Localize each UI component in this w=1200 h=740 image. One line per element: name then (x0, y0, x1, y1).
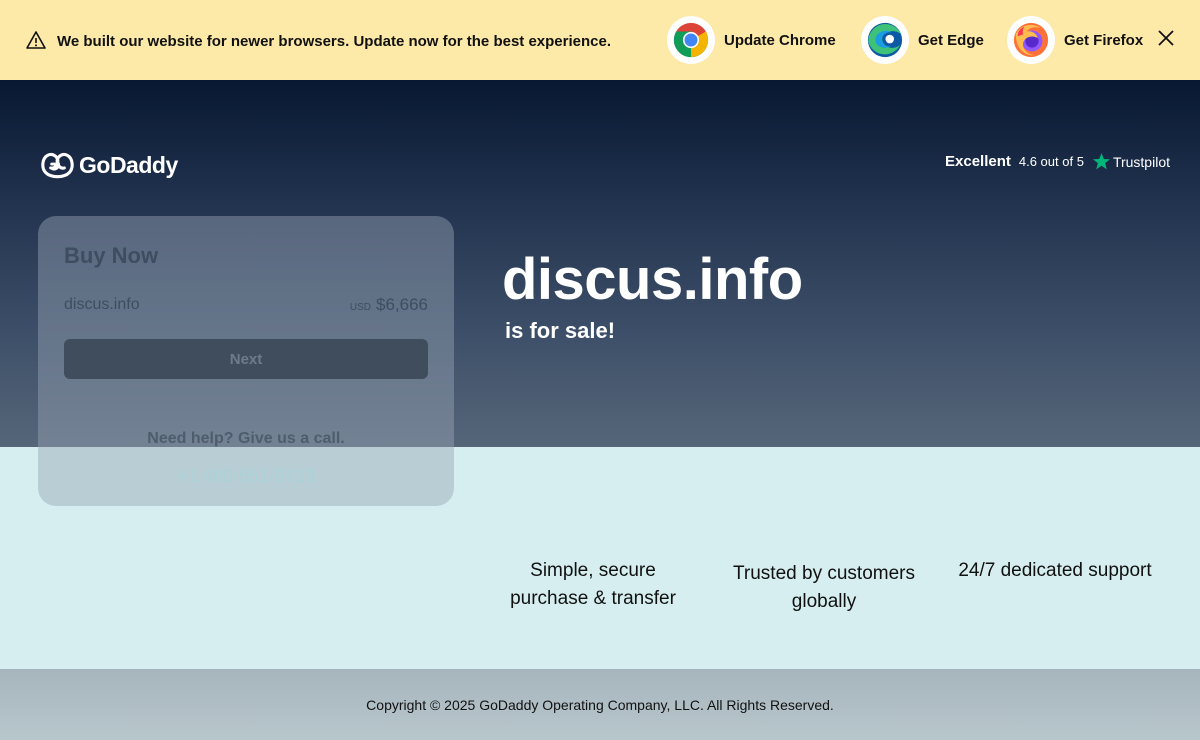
footer: Copyright © 2025 GoDaddy Operating Compa… (0, 669, 1200, 740)
card-price: USD $6,666 (350, 295, 428, 315)
buy-now-title: Buy Now (64, 243, 159, 268)
update-chrome-label: Update Chrome (724, 31, 836, 49)
copyright-text: Copyright © 2025 GoDaddy Operating Compa… (366, 697, 834, 713)
banner-message: We built our website for newer browsers.… (57, 33, 612, 50)
browser-update-banner: We built our website for newer browsers.… (0, 0, 1200, 80)
for-sale-subtitle: is for sale! (505, 318, 616, 343)
feature-support: 24/7 dedicated support (944, 557, 1166, 585)
close-icon[interactable] (1156, 28, 1176, 48)
godaddy-logo-icon (41, 153, 74, 179)
trustpilot-score: 4.6 out of 5 (1018, 154, 1084, 169)
card-domain-name: discus.info (64, 296, 140, 313)
feature-line: Simple, secure (530, 560, 656, 581)
feature-line: purchase & transfer (510, 588, 676, 609)
feature-line: 24/7 dedicated support (958, 560, 1152, 581)
trustpilot-rating[interactable]: Excellent 4.6 out of 5 Trustpilot (945, 152, 1170, 171)
edge-icon (867, 22, 903, 58)
get-firefox-label: Get Firefox (1064, 31, 1144, 49)
get-edge-label: Get Edge (918, 31, 984, 49)
help-text: Need help? Give us a call. (147, 430, 345, 447)
star-icon (1092, 152, 1110, 170)
next-button[interactable]: Next (64, 339, 428, 379)
trustpilot-brand: Trustpilot (1112, 153, 1170, 170)
domain-title: discus.info (502, 247, 803, 312)
warning-icon (26, 31, 46, 49)
feature-line: Trusted by customers (733, 563, 915, 584)
price-amount: $6,666 (376, 295, 428, 314)
buy-now-card: Buy Now discus.info USD $6,666 Next Need … (38, 216, 454, 506)
price-currency: USD (349, 302, 371, 313)
get-edge-button[interactable]: Get Edge (861, 16, 984, 64)
feature-secure-purchase: Simple, secure purchase & transfer (493, 557, 693, 613)
firefox-icon (1013, 22, 1049, 58)
update-chrome-button[interactable]: Update Chrome (667, 16, 836, 64)
get-firefox-button[interactable]: Get Firefox (1007, 16, 1143, 64)
trustpilot-rating-word: Excellent (945, 153, 1011, 170)
chrome-icon (673, 22, 709, 58)
phone-link[interactable]: +1 480-651-9713 (38, 466, 454, 487)
godaddy-logo[interactable]: GoDaddy (41, 150, 178, 180)
feature-trusted: Trusted by customers globally (714, 560, 934, 616)
feature-line: globally (791, 591, 857, 612)
logo-text: GoDaddy (79, 151, 178, 178)
